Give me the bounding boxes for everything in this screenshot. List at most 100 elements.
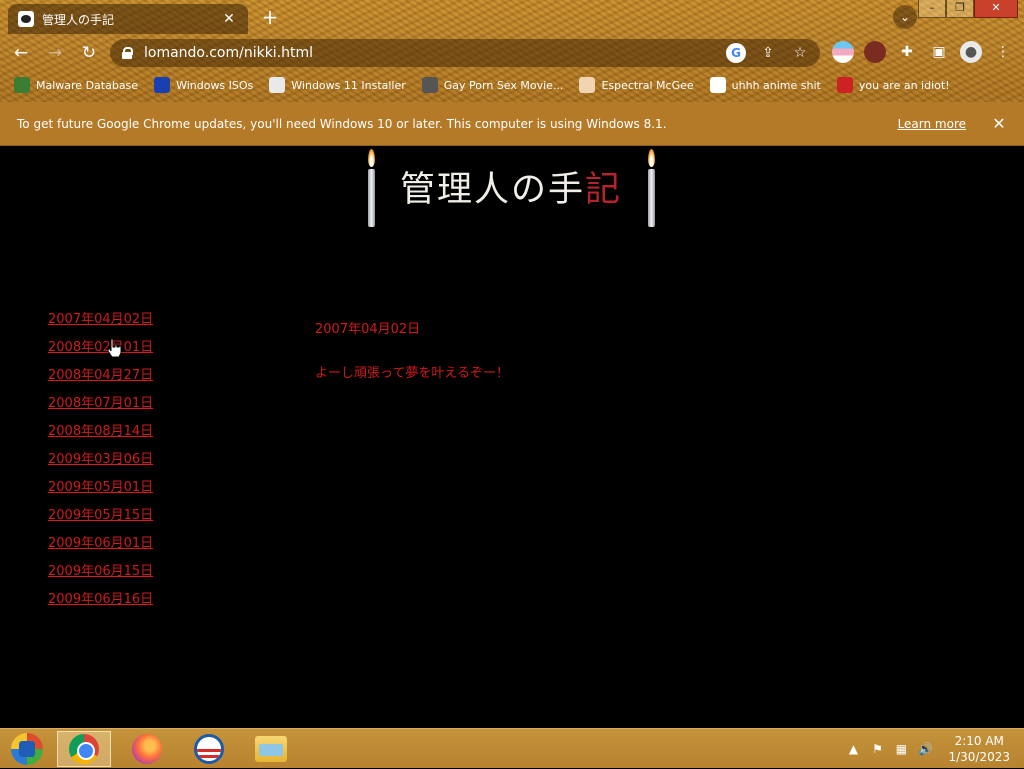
diary-date-link[interactable]: 2008年02月01日 [48,340,153,355]
system-tray: ▲ ⚑ ▦ 🔊 2:10 AM 1/30/2023 [844,729,1024,769]
browser-chrome: 管理人の手記 ✕ + ⌄ – ❐ ✕ ← → ↻ lomando.com/nik… [0,0,1024,102]
lock-icon[interactable] [122,47,133,59]
site-title: 管理人の手記 [400,170,623,210]
list-item: 2009年06月15日 [48,561,153,589]
learn-more-link[interactable]: Learn more [898,117,966,131]
bookmark-anime[interactable]: uhhh anime shit [709,77,821,93]
diary-date-link[interactable]: 2008年04月27日 [48,368,153,383]
action-center-flag-icon[interactable]: ⚑ [868,742,886,756]
hand-cursor-icon [107,338,122,358]
clock-time: 2:10 AM [954,734,1004,748]
list-item: 2009年05月15日 [48,505,153,533]
side-panel-icon[interactable]: ▣ [928,41,950,63]
list-item: 2009年06月16日 [48,589,153,617]
extension-flag-icon[interactable] [832,41,854,63]
start-button[interactable] [0,731,54,767]
firefox-icon [132,734,162,764]
diary-date-link[interactable]: 2009年05月01日 [48,480,153,495]
bookmark-star-icon[interactable]: ☆ [790,43,810,63]
extensions-puzzle-icon[interactable]: ✚ [896,41,918,63]
clock-date: 1/30/2023 [948,750,1010,764]
tab-title: 管理人の手記 [42,12,115,27]
google-lens-icon[interactable]: G [726,43,746,63]
profile-avatar-icon[interactable]: ● [960,41,982,63]
candle-flame-icon [648,149,655,167]
file-explorer-icon [255,736,287,762]
infobar-message: To get future Google Chrome updates, you… [17,116,667,131]
list-item: 2009年03月06日 [48,449,153,477]
forward-button[interactable]: → [42,40,68,66]
browser-toolbar: ← → ↻ lomando.com/nikki.html G ⇪ ☆ ✚ ▣ ●… [0,36,1024,70]
tab-active[interactable]: 管理人の手記 ✕ [8,4,248,34]
taskbar-firefox[interactable] [120,731,174,767]
bookmark-favicon-icon [579,77,596,93]
bookmark-espectral-mcgee[interactable]: Espectral McGee [579,77,694,93]
entry-text: よーし頑張って夢を叶えるぞー！ [315,366,509,381]
bookmark-malware-database[interactable]: Malware Database [14,77,138,93]
show-hidden-icons-icon[interactable]: ▲ [844,742,862,756]
diary-date-link[interactable]: 2009年06月15日 [48,564,153,579]
window-close-button[interactable]: ✕ [974,0,1018,18]
bookmark-movie[interactable]: Gay Porn Sex Movie... [421,77,563,93]
diary-date-link[interactable]: 2009年06月01日 [48,536,153,551]
candle-icon [648,169,655,227]
list-item: 2009年05月01日 [48,477,153,505]
site-favicon-icon [18,11,34,27]
chrome-menu-icon[interactable]: ⋮ [992,41,1014,63]
list-item: 2007年04月02日 [48,309,153,337]
address-bar[interactable]: lomando.com/nikki.html G ⇪ ☆ [110,39,820,67]
window-controls: – ❐ ✕ [918,0,1018,18]
candle-icon [368,169,375,227]
minimize-button[interactable]: – [918,0,946,18]
list-item: 2008年04月27日 [48,365,153,393]
diary-date-link[interactable]: 2008年07月01日 [48,396,153,411]
extension-avatar-icon[interactable] [864,41,886,63]
bookmark-favicon-icon [14,77,30,93]
restore-button[interactable]: ❐ [946,0,974,18]
taskbar-chrome[interactable] [57,731,111,767]
back-button[interactable]: ← [8,40,34,66]
diary-date-link[interactable]: 2009年06月16日 [48,592,153,607]
start-icon [11,733,43,765]
list-item: 2008年02月01日 [48,337,153,365]
new-tab-button[interactable]: + [258,6,282,30]
candle-flame-icon [368,149,375,167]
bookmark-you-are-an-idiot[interactable]: you are an idiot! [836,77,950,93]
volume-icon[interactable]: 🔊 [916,742,934,756]
bookmarks-bar: Malware Database Windows ISOs Windows 11… [0,72,950,98]
update-infobar: To get future Google Chrome updates, you… [0,102,1024,146]
reload-button[interactable]: ↻ [76,40,102,66]
tab-search-button[interactable]: ⌄ [893,5,917,29]
extension-icons: ✚ ▣ ● ⋮ [832,41,1014,63]
windows-taskbar: ▲ ⚑ ▦ 🔊 2:10 AM 1/30/2023 [0,728,1024,768]
entry-date: 2007年04月02日 [315,322,421,337]
web-page: 管理人の手記 2007年04月02日 2008年02月01日 2008年04月2… [0,147,1024,728]
diary-date-link[interactable]: 2008年08月14日 [48,424,153,439]
bookmark-favicon-icon [269,77,286,93]
tab-close-icon[interactable]: ✕ [220,11,238,27]
bookmark-windows-11-installer[interactable]: Windows 11 Installer [269,77,406,93]
bookmark-windows-isos[interactable]: Windows ISOs [154,77,253,93]
taskbar-file-explorer[interactable] [244,731,298,767]
url-text[interactable]: lomando.com/nikki.html [144,45,313,61]
site-header: 管理人の手記 [362,147,662,229]
list-item: 2008年07月01日 [48,393,153,421]
diary-date-list: 2007年04月02日 2008年02月01日 2008年04月27日 2008… [48,309,153,617]
list-item: 2009年06月01日 [48,533,153,561]
infobar-close-icon[interactable]: ✕ [984,114,1014,133]
chrome-icon [69,734,99,764]
diary-date-link[interactable]: 2007年04月02日 [48,312,153,327]
clock[interactable]: 2:10 AM 1/30/2023 [948,733,1010,765]
obama-logo-icon [194,734,224,764]
bookmark-favicon-icon [836,77,853,93]
bookmark-favicon-icon [421,77,438,93]
omnibox-actions: G ⇪ ☆ [726,43,810,63]
taskbar-obama-app[interactable] [182,731,236,767]
network-icon[interactable]: ▦ [892,742,910,756]
list-item: 2008年08月14日 [48,421,153,449]
share-icon[interactable]: ⇪ [758,43,778,63]
diary-date-link[interactable]: 2009年05月15日 [48,508,153,523]
bookmark-favicon-icon [709,77,726,93]
diary-date-link[interactable]: 2009年03月06日 [48,452,153,467]
bookmark-favicon-icon [154,77,171,93]
